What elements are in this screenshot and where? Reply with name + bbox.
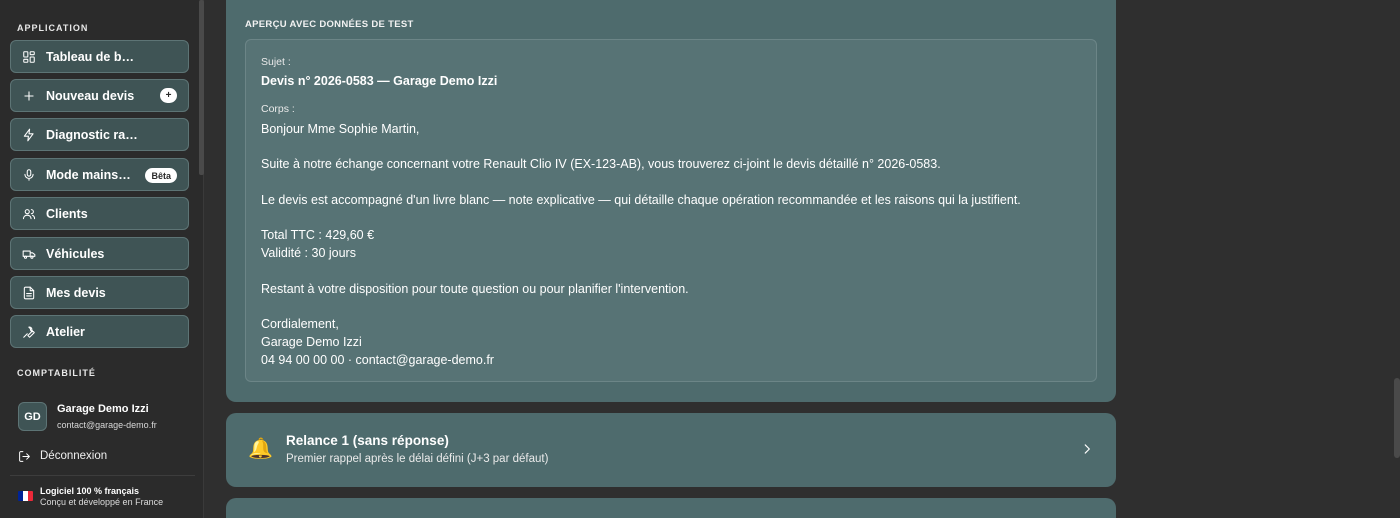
sidebar-item-label: Clients xyxy=(46,206,88,221)
sidebar-item-label: Diagnostic rapide xyxy=(46,127,141,142)
users-icon xyxy=(22,207,36,221)
sidebar-item-new-quote[interactable]: Nouveau devis + xyxy=(10,79,189,112)
made-in-subtitle: Conçu et développé en France xyxy=(40,497,164,507)
made-in-title: Logiciel 100 % français xyxy=(40,486,140,496)
lightning-icon xyxy=(22,128,36,142)
user-profile[interactable]: GD Garage Demo Izzi contact@garage-demo.… xyxy=(18,402,198,432)
sidebar: APPLICATION Tableau de bord Nouveau devi… xyxy=(0,0,204,518)
french-flag-icon xyxy=(18,491,33,501)
email-subject: Devis n° 2026-0583 — Garage Demo Izzi xyxy=(261,74,498,88)
body-paragraph: Suite à notre échange concernant votre R… xyxy=(261,157,941,171)
microphone-icon xyxy=(22,168,36,182)
new-badge: + xyxy=(160,88,177,103)
chevron-right-icon xyxy=(1080,442,1094,456)
body-paragraph: Restant à votre disposition pour toute q… xyxy=(261,282,689,296)
section-title-application: APPLICATION xyxy=(17,23,89,33)
sidebar-item-label: Tableau de bord xyxy=(46,49,141,64)
body-closing: Cordialement, xyxy=(261,317,339,331)
sidebar-item-vehicles[interactable]: Véhicules xyxy=(10,237,189,270)
sidebar-item-label: Véhicules xyxy=(46,246,105,261)
avatar: GD xyxy=(18,402,47,431)
next-card[interactable] xyxy=(226,498,1116,518)
logout-icon xyxy=(19,450,30,462)
body-greeting: Bonjour Mme Sophie Martin, xyxy=(261,122,420,136)
sidebar-item-label: Mes devis xyxy=(46,285,106,300)
page-scrollbar[interactable] xyxy=(1394,378,1400,458)
dashboard-icon xyxy=(22,50,36,64)
user-email: contact@garage-demo.fr xyxy=(57,420,157,430)
preview-card: APERÇU AVEC DONNÉES DE TEST Sujet : Devi… xyxy=(226,0,1116,402)
sidebar-item-quick-diagnostic[interactable]: Diagnostic rapide xyxy=(10,118,189,151)
sidebar-item-my-quotes[interactable]: Mes devis xyxy=(10,276,189,309)
body-validity: Validité : 30 jours xyxy=(261,246,356,260)
logout-label: Déconnexion xyxy=(40,450,108,462)
sidebar-item-hands-free[interactable]: Mode mains libres Bêta xyxy=(10,158,189,191)
truck-icon xyxy=(22,247,36,261)
sidebar-item-workshop[interactable]: Atelier xyxy=(10,315,189,348)
body-label: Corps : xyxy=(261,103,295,115)
bell-icon: 🔔 xyxy=(248,438,273,460)
email-preview: Sujet : Devis n° 2026-0583 — Garage Demo… xyxy=(245,39,1097,382)
sidebar-divider xyxy=(10,475,195,476)
sidebar-scrollbar[interactable] xyxy=(199,0,204,175)
preview-title: APERÇU AVEC DONNÉES DE TEST xyxy=(245,19,414,30)
sidebar-item-label: Mode mains libres xyxy=(46,167,134,182)
relance-title: Relance 1 (sans réponse) xyxy=(286,433,449,448)
wrench-icon xyxy=(22,325,36,339)
body-total: Total TTC : 429,60 € xyxy=(261,228,375,242)
document-icon xyxy=(22,286,36,300)
sidebar-item-label: Atelier xyxy=(46,324,85,339)
logout-button[interactable]: Déconnexion xyxy=(18,448,107,464)
user-name: Garage Demo Izzi xyxy=(57,403,149,415)
sidebar-item-label: Nouveau devis xyxy=(46,88,135,103)
sidebar-item-dashboard[interactable]: Tableau de bord xyxy=(10,40,189,73)
body-signature: Garage Demo Izzi xyxy=(261,335,362,349)
section-title-accounting: COMPTABILITÉ xyxy=(17,368,96,378)
made-in-france: Logiciel 100 % français Conçu et dévelop… xyxy=(18,486,203,510)
sidebar-item-clients[interactable]: Clients xyxy=(10,197,189,230)
relance-subtitle: Premier rappel après le délai défini (J+… xyxy=(286,453,549,465)
sidebar-nav: APPLICATION Tableau de bord Nouveau devi… xyxy=(0,0,198,380)
plus-icon xyxy=(22,89,36,103)
beta-badge: Bêta xyxy=(145,168,177,183)
body-paragraph: Le devis est accompagné d'un livre blanc… xyxy=(261,193,1021,207)
body-contact: 04 94 00 00 00 · contact@garage-demo.fr xyxy=(261,353,494,367)
relance-1-card[interactable]: 🔔 Relance 1 (sans réponse) Premier rappe… xyxy=(226,413,1116,487)
subject-label: Sujet : xyxy=(261,56,291,68)
